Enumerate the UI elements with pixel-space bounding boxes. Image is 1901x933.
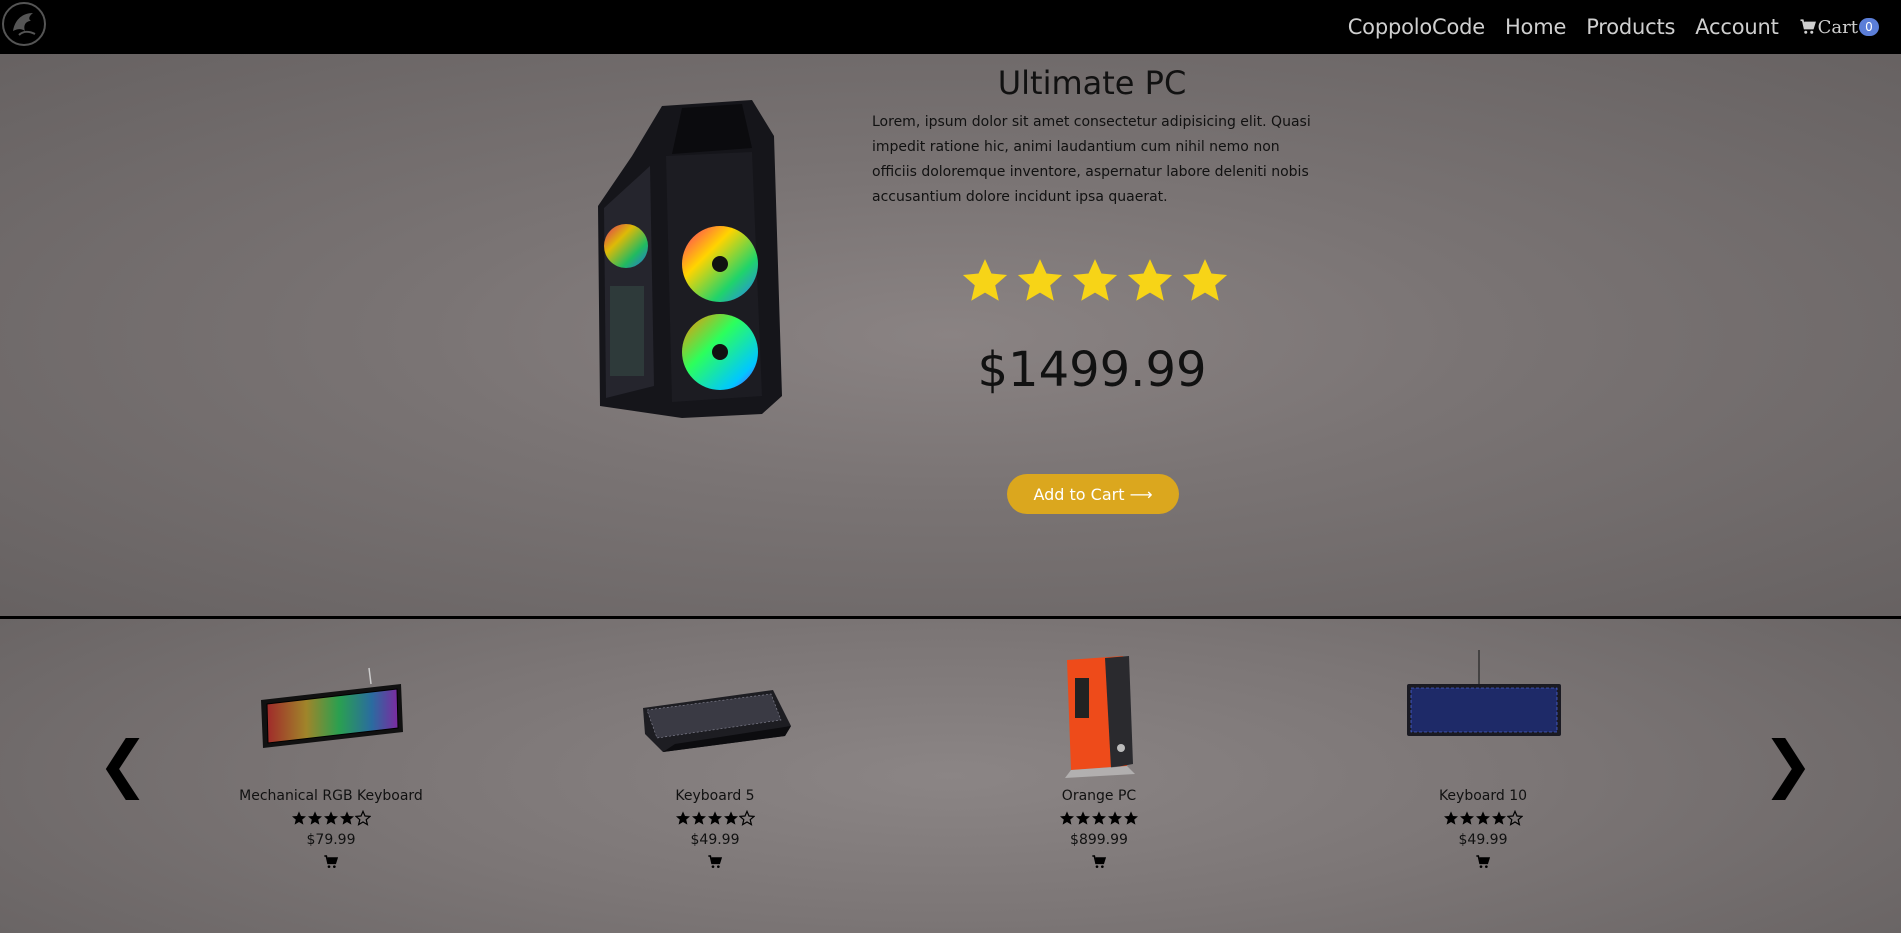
star-filled-icon — [1460, 811, 1474, 825]
add-to-cart-button[interactable]: Add to Cart ⟶ — [1007, 474, 1179, 514]
star-filled-icon — [1476, 811, 1490, 825]
blue-keyboard-image — [1407, 650, 1561, 736]
star-icon — [962, 259, 1008, 301]
product-price: $899.99 — [1070, 832, 1128, 848]
star-filled-icon — [1076, 811, 1090, 825]
product-name: Keyboard 10 — [1438, 788, 1528, 804]
carousel-prev-button[interactable]: ❮ — [97, 733, 149, 795]
star-filled-icon — [1124, 811, 1138, 825]
product-card[interactable]: Mechanical RGB Keyboard $79.99 — [211, 648, 451, 870]
add-cart-icon[interactable] — [707, 854, 723, 870]
orange-pc-image — [1065, 656, 1135, 778]
product-rating — [211, 810, 451, 828]
star-filled-icon — [292, 811, 306, 825]
black-keyboard-image — [643, 690, 791, 752]
product-card[interactable]: Keyboard 10 $49.99 — [1363, 648, 1603, 870]
product-name: Keyboard 5 — [675, 788, 755, 804]
ultimate-pc-image — [598, 100, 782, 418]
star-icon — [1017, 259, 1063, 301]
nav-account-link[interactable]: Account — [1695, 15, 1779, 39]
star-filled-icon — [676, 811, 690, 825]
product-name: Mechanical RGB Keyboard — [239, 788, 423, 804]
star-empty-icon — [355, 810, 371, 826]
product-title: Ultimate PC — [997, 64, 1187, 102]
star-filled-icon — [1060, 811, 1074, 825]
star-icon — [1182, 259, 1228, 301]
product-card[interactable]: Orange PC $899.99 — [979, 648, 1219, 870]
star-empty-icon — [1507, 810, 1523, 826]
star-icon — [1127, 259, 1173, 301]
nav-brand-link[interactable]: CoppoloCode — [1348, 15, 1485, 39]
star-filled-icon — [308, 811, 322, 825]
product-price: $1499.99 — [977, 342, 1207, 398]
nav-links: CoppoloCode Home Products Account Cart 0 — [1328, 0, 1879, 54]
star-filled-icon — [340, 811, 354, 825]
rgb-keyboard-image — [261, 667, 403, 748]
add-cart-icon[interactable] — [1475, 854, 1491, 870]
cart-icon — [1800, 19, 1816, 34]
product-rating — [979, 810, 1219, 828]
carousel-next-button[interactable]: ❯ — [1762, 733, 1814, 795]
add-cart-icon[interactable] — [323, 854, 339, 870]
product-price: $49.99 — [1458, 832, 1508, 848]
navbar: CoppoloCode Home Products Account Cart 0 — [0, 0, 1901, 54]
star-filled-icon — [1444, 811, 1458, 825]
dragon-logo-icon[interactable] — [1, 1, 47, 47]
nav-cart-link[interactable]: Cart 0 — [1799, 17, 1879, 38]
add-cart-icon[interactable] — [1091, 854, 1107, 870]
star-filled-icon — [724, 811, 738, 825]
star-filled-icon — [708, 811, 722, 825]
star-icon — [1072, 259, 1118, 301]
star-filled-icon — [1108, 811, 1122, 825]
cart-count-badge: 0 — [1859, 18, 1879, 36]
star-empty-icon — [739, 810, 755, 826]
product-rating — [960, 256, 1230, 312]
product-rating — [1363, 810, 1603, 828]
product-price: $79.99 — [306, 832, 356, 848]
star-filled-icon — [1092, 811, 1106, 825]
nav-home-link[interactable]: Home — [1505, 15, 1566, 39]
product-rating — [595, 810, 835, 828]
star-filled-icon — [324, 811, 338, 825]
product-name: Orange PC — [1061, 788, 1137, 804]
product-description: Lorem, ipsum dolor sit amet consectetur … — [872, 114, 1311, 205]
product-price: $49.99 — [690, 832, 740, 848]
nav-products-link[interactable]: Products — [1586, 15, 1675, 39]
star-filled-icon — [692, 811, 706, 825]
star-filled-icon — [1492, 811, 1506, 825]
product-card[interactable]: Keyboard 5 $49.99 — [595, 648, 835, 870]
cart-label: Cart — [1817, 16, 1858, 38]
